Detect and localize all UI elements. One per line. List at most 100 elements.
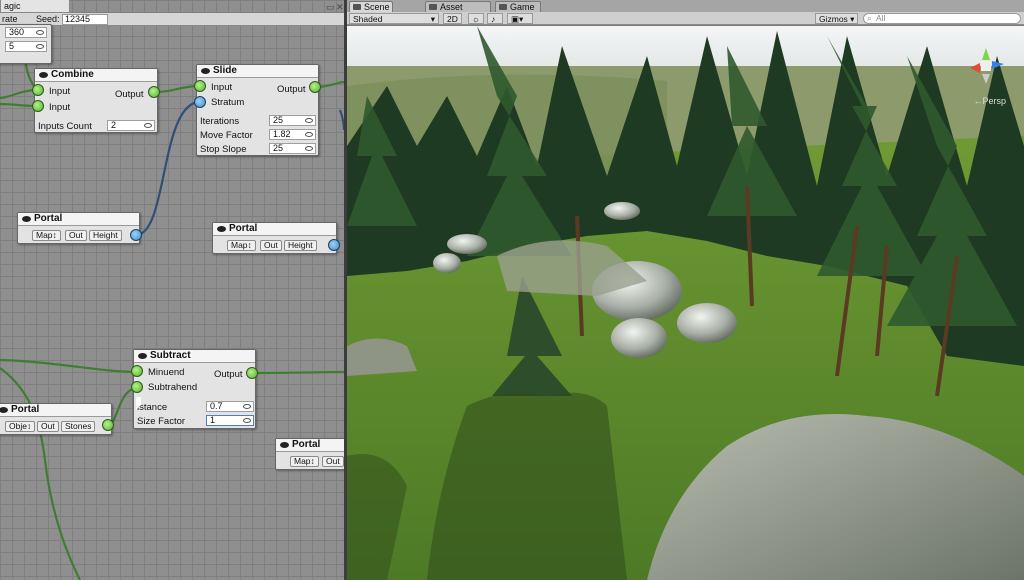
- portal-node-1[interactable]: Portal Map↕ Out Height: [17, 212, 140, 244]
- eye-icon[interactable]: [144, 123, 152, 128]
- 2d-toggle[interactable]: 2D: [443, 13, 462, 24]
- scene-viewport[interactable]: ←Persp: [347, 26, 1024, 580]
- portal-node-title: Portal: [11, 404, 40, 415]
- distance-label: istance: [137, 402, 168, 413]
- portal-node-title: Portal: [34, 213, 63, 224]
- lighting-toggle-icon[interactable]: ☼: [468, 13, 484, 24]
- portal-type-dropdown[interactable]: Map↕: [290, 456, 319, 467]
- tab-scene[interactable]: Scene: [349, 1, 393, 12]
- eye-icon[interactable]: [39, 72, 48, 78]
- subtract-node-title: Subtract: [150, 350, 191, 361]
- combine-input-1-port[interactable]: [32, 84, 44, 96]
- inputs-count-field[interactable]: 2: [107, 120, 155, 131]
- stop-slope-label: Stop Slope: [200, 144, 247, 155]
- portal-node-4[interactable]: Portal Map↕ Out: [275, 438, 344, 470]
- portal-direction-button[interactable]: Out: [322, 456, 344, 467]
- effects-dropdown-icon[interactable]: ▣▾: [507, 13, 533, 24]
- eye-icon[interactable]: [201, 68, 210, 74]
- eye-icon[interactable]: [36, 30, 44, 35]
- shading-mode-dropdown[interactable]: Shaded ▾: [349, 13, 439, 24]
- inputs-count-label: Inputs Count: [38, 121, 92, 132]
- portal-direction-button[interactable]: Out: [260, 240, 282, 251]
- search-icon: ⌕: [867, 13, 872, 23]
- eye-icon[interactable]: [243, 418, 251, 423]
- eye-icon[interactable]: [22, 216, 31, 222]
- window-maximize-icon[interactable]: ▭: [326, 2, 335, 13]
- audio-toggle-icon[interactable]: ♪: [487, 13, 503, 24]
- mouse-cursor-icon: [136, 397, 141, 410]
- projection-label[interactable]: ←Persp: [973, 96, 1006, 106]
- tab-asset-store[interactable]: Asset Store: [425, 1, 491, 22]
- orientation-gizmo[interactable]: [966, 46, 1006, 86]
- portal-node-3[interactable]: Portal Obje↕ Out Stones: [0, 403, 112, 435]
- portal-direction-button[interactable]: Out: [65, 230, 87, 241]
- eye-icon[interactable]: [217, 226, 226, 232]
- slide-input-port[interactable]: [194, 80, 206, 92]
- slide-node[interactable]: Slide Input Stratum Output Iterations 25…: [196, 64, 319, 156]
- portal-name-button[interactable]: Stones: [61, 421, 96, 432]
- gizmos-dropdown[interactable]: Gizmos ▾: [815, 13, 859, 24]
- eye-icon[interactable]: [305, 118, 313, 123]
- minuend-port[interactable]: [131, 365, 143, 377]
- distance-field[interactable]: 0.7: [206, 401, 254, 412]
- combine-node-header[interactable]: Combine: [35, 69, 157, 82]
- slide-node-header[interactable]: Slide: [197, 65, 318, 78]
- subtract-output-port[interactable]: [246, 367, 258, 379]
- eye-icon[interactable]: [305, 146, 313, 151]
- subtract-output-label: Output: [214, 369, 243, 380]
- slide-stratum-port[interactable]: [194, 96, 206, 108]
- subtract-node[interactable]: Subtract Minuend Subtrahend Output istan…: [133, 349, 256, 429]
- subtract-node-header[interactable]: Subtract: [134, 350, 255, 363]
- move-factor-field[interactable]: 1.82: [269, 129, 316, 140]
- combine-node-title: Combine: [51, 69, 94, 80]
- portal-node-header[interactable]: Portal: [213, 223, 336, 236]
- size-factor-field[interactable]: 1: [206, 415, 254, 426]
- eye-icon[interactable]: [0, 407, 8, 413]
- eye-icon[interactable]: [138, 353, 147, 359]
- portal-node-header[interactable]: Portal: [276, 439, 344, 452]
- eye-icon[interactable]: [36, 44, 44, 49]
- portal-node-header[interactable]: Portal: [18, 213, 139, 226]
- portal-name-button[interactable]: Height: [89, 230, 122, 241]
- subtrahend-port[interactable]: [131, 381, 143, 393]
- portal-3-output-port[interactable]: [102, 419, 114, 431]
- partial-field-2[interactable]: 5: [5, 41, 47, 52]
- graph-editor[interactable]: agic ▭ ✕ rate Seed: 12345 360 5 Combine …: [0, 0, 344, 580]
- portal-node-2[interactable]: Portal Map↕ Out Height: [212, 222, 337, 254]
- portal-1-output-port[interactable]: [130, 229, 142, 241]
- eye-icon[interactable]: [280, 442, 289, 448]
- hierarchy-search-input[interactable]: ⌕ All: [863, 13, 1021, 24]
- portal-node-title: Portal: [292, 439, 321, 450]
- scene-toolbar: Shaded ▾ 2D ☼ ♪ ▣▾ Gizmos ▾ ⌕ All: [347, 12, 1024, 25]
- generate-button[interactable]: rate: [2, 14, 18, 24]
- seed-input[interactable]: 12345: [62, 14, 108, 25]
- graph-window-title: agic: [0, 0, 70, 13]
- portal-name-button[interactable]: Height: [284, 240, 317, 251]
- stop-slope-field[interactable]: 25: [269, 143, 316, 154]
- subtrahend-label: Subtrahend: [148, 382, 198, 393]
- portal-type-dropdown[interactable]: Map↕: [227, 240, 256, 251]
- portal-2-output-port[interactable]: [328, 239, 340, 251]
- slide-stratum-label: Stratum: [211, 97, 245, 108]
- partial-field-1[interactable]: 360: [5, 27, 47, 38]
- slide-output-port[interactable]: [309, 81, 321, 93]
- combine-input-2-port[interactable]: [32, 100, 44, 112]
- portal-type-dropdown[interactable]: Map↕: [32, 230, 61, 241]
- portal-direction-button[interactable]: Out: [37, 421, 59, 432]
- eye-icon[interactable]: [243, 404, 251, 409]
- tab-game[interactable]: Game: [495, 1, 541, 12]
- game-icon: [499, 4, 507, 10]
- combine-input-1-label: Input: [49, 86, 71, 97]
- portal-node-title: Portal: [229, 223, 258, 234]
- axis-gizmo-icon: [970, 48, 1004, 84]
- slide-input-label: Input: [211, 82, 233, 93]
- window-close-icon[interactable]: ✕: [336, 2, 344, 13]
- combine-output-port[interactable]: [148, 86, 160, 98]
- iterations-field[interactable]: 25: [269, 115, 316, 126]
- portal-node-header[interactable]: Portal: [0, 404, 111, 417]
- combine-node[interactable]: Combine Input Input Output Inputs Count …: [34, 68, 158, 133]
- partial-node[interactable]: 360 5: [0, 24, 52, 64]
- minuend-label: Minuend: [148, 367, 185, 378]
- portal-type-dropdown[interactable]: Obje↕: [5, 421, 36, 432]
- eye-icon[interactable]: [305, 132, 313, 137]
